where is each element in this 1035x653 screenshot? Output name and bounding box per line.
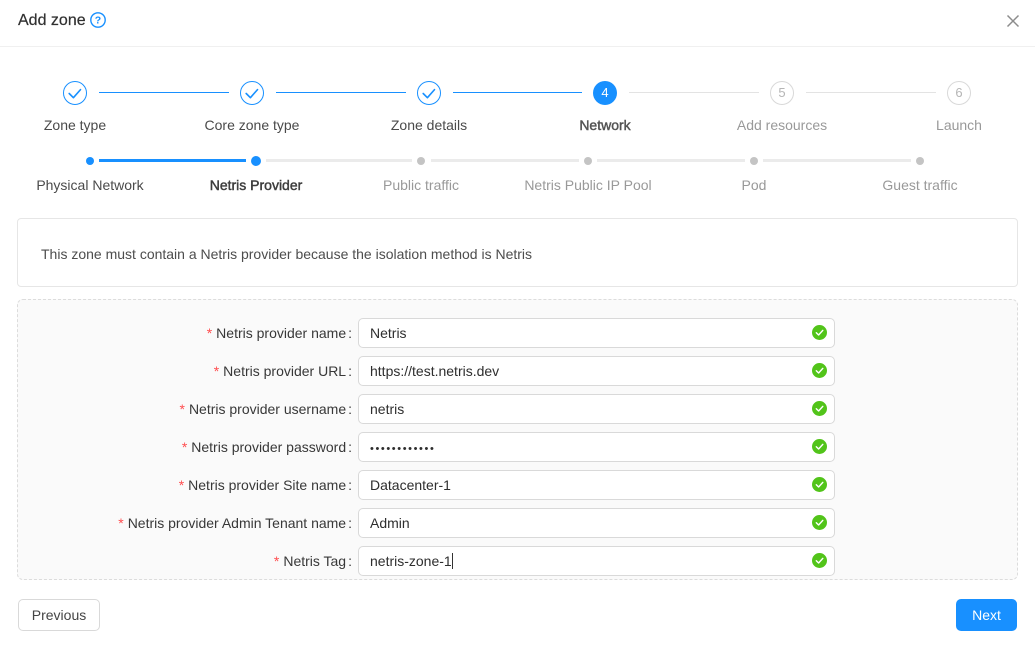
svg-text:?: ?: [95, 15, 101, 27]
